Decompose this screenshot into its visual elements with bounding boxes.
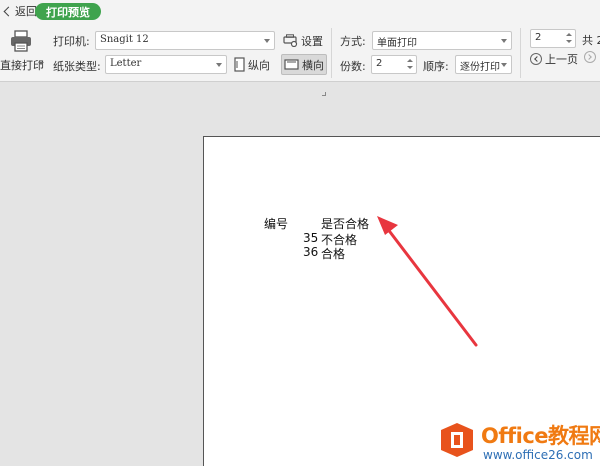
divider xyxy=(520,28,521,78)
watermark-name: Office教程网 xyxy=(481,424,600,448)
print-ribbon: 直接打印 打印机: Snagit 12 设置 纸张类型: Letter 纵向 横… xyxy=(0,22,600,96)
top-bar: 返回 打印预览 xyxy=(0,0,600,22)
back-button[interactable]: 返回 xyxy=(2,3,37,19)
previous-page-label: 上一页 xyxy=(545,53,578,66)
stepper-up-icon[interactable] xyxy=(407,59,413,62)
previous-page-button[interactable]: 上一页 xyxy=(530,51,578,67)
copies-stepper[interactable]: 2 xyxy=(371,55,417,74)
copies-label: 份数: xyxy=(340,60,366,73)
mode-label: 方式: xyxy=(340,35,366,48)
dropdown-arrow-icon xyxy=(264,39,270,43)
order-label: 顺序: xyxy=(423,60,449,73)
dropdown-arrow-icon xyxy=(501,39,507,43)
divider xyxy=(331,28,332,78)
printer-settings-button[interactable]: 设置 xyxy=(283,31,323,50)
chevron-left-icon xyxy=(3,6,14,16)
direct-print-button[interactable]: 直接打印 xyxy=(0,26,44,76)
stepper-down-icon[interactable] xyxy=(566,40,572,43)
watermark: Office教程网 www.office26.com xyxy=(437,416,600,466)
landscape-button[interactable]: 横向 xyxy=(281,54,327,75)
next-page-icon[interactable] xyxy=(584,51,596,63)
back-label: 返回 xyxy=(15,5,37,18)
stepper-up-icon[interactable] xyxy=(566,33,572,36)
landscape-page-icon xyxy=(284,59,299,70)
portrait-label: 纵向 xyxy=(248,58,270,72)
print-mode-select-value: 单面打印 xyxy=(377,38,417,49)
paper-type-select[interactable]: Letter xyxy=(105,55,227,74)
header-pass-cell: 是否合格 xyxy=(321,217,370,231)
dropdown-arrow-icon xyxy=(501,63,507,67)
printer-label: 打印机: xyxy=(53,35,90,48)
printer-settings-icon xyxy=(283,34,298,47)
group-expander-icon[interactable] xyxy=(322,92,326,96)
print-order-select-value: 逐份打印 xyxy=(460,62,500,73)
row-pass-cell: 合格 xyxy=(321,247,346,261)
stepper-down-icon[interactable] xyxy=(407,66,413,69)
header-id-cell: 编号 xyxy=(264,217,289,231)
direct-print-label: 直接打印 xyxy=(0,59,44,72)
row-id-cell: 35 xyxy=(303,231,319,245)
printer-select-value: Snagit 12 xyxy=(100,34,149,45)
paper-type-label: 纸张类型: xyxy=(53,60,101,73)
print-preview-tab[interactable]: 打印预览 xyxy=(35,3,101,20)
row-id-cell: 36 xyxy=(303,245,319,259)
portrait-button[interactable]: 纵向 xyxy=(234,55,270,74)
portrait-page-icon xyxy=(234,57,245,72)
printer-icon xyxy=(11,30,31,52)
total-pages-label: 共 2 xyxy=(582,34,600,47)
copies-value: 2 xyxy=(376,58,383,69)
printer-select[interactable]: Snagit 12 xyxy=(95,31,275,50)
watermark-url: www.office26.com xyxy=(483,448,593,462)
page-number-value: 2 xyxy=(535,32,542,43)
settings-label: 设置 xyxy=(301,34,323,48)
landscape-label: 横向 xyxy=(302,58,324,72)
print-order-select[interactable]: 逐份打印 xyxy=(455,55,512,74)
caret-down-icon xyxy=(38,62,44,65)
office-logo xyxy=(441,423,473,457)
circle-left-icon xyxy=(530,53,542,65)
paper-type-select-value: Letter xyxy=(110,58,142,69)
dropdown-arrow-icon xyxy=(216,63,222,67)
print-mode-select[interactable]: 单面打印 xyxy=(372,31,512,50)
page-number-stepper[interactable]: 2 xyxy=(530,29,576,48)
